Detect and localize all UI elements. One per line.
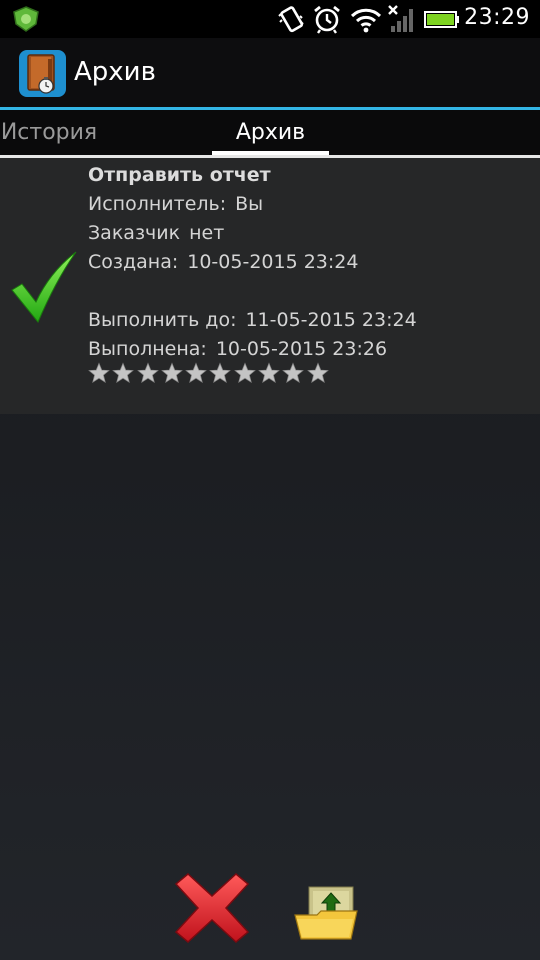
wifi-icon: [350, 8, 382, 33]
security-shield-icon: [13, 6, 39, 32]
customer-label: Заказчик: [88, 222, 181, 244]
customer-value: нет: [189, 222, 225, 244]
star-icon[interactable]: [88, 362, 110, 384]
status-bar: 23:29: [0, 0, 540, 38]
task-title: Отправить отчет: [88, 164, 271, 186]
tab-history[interactable]: История: [0, 110, 124, 155]
due-label: Выполнить до:: [88, 309, 237, 331]
completed-label: Выполнена:: [88, 338, 207, 360]
completed-value: 10-05-2015 23:26: [215, 338, 388, 360]
delete-button[interactable]: [172, 870, 252, 946]
star-icon[interactable]: [136, 362, 159, 384]
star-icon[interactable]: [282, 362, 305, 384]
task-executor: Исполнитель: Вы: [88, 193, 263, 215]
star-icon[interactable]: [112, 362, 135, 384]
star-icon[interactable]: [161, 362, 183, 384]
no-signal-icon: [388, 5, 413, 32]
battery-icon: [424, 11, 459, 28]
rating-stars[interactable]: [88, 362, 331, 386]
task-created: Создана: 10-05-2015 23:24: [88, 251, 358, 273]
due-value: 11-05-2015 23:24: [245, 309, 417, 331]
checkmark-icon: [11, 251, 77, 323]
status-clock: 23:29: [464, 5, 530, 30]
star-icon[interactable]: [258, 362, 280, 384]
task-customer: Заказчик нет: [88, 222, 224, 244]
alarm-clock-icon: [314, 5, 340, 34]
star-icon[interactable]: [233, 362, 256, 384]
vibrate-icon: [278, 6, 304, 33]
task-due: Выполнить до: 11-05-2015 23:24: [88, 309, 417, 331]
executor-label: Исполнитель:: [88, 193, 227, 215]
action-bar: Архив: [0, 38, 540, 107]
page-title: Архив: [74, 57, 156, 87]
created-value: 10-05-2015 23:24: [187, 251, 359, 273]
archive-book-icon[interactable]: [18, 49, 67, 98]
folder-upload-icon[interactable]: [293, 885, 359, 941]
tab-bar: История Архив: [0, 110, 540, 155]
list-item[interactable]: Отправить отчет Исполнитель: Вы Заказчик н…: [0, 158, 540, 414]
tab-archive[interactable]: Архив: [212, 110, 329, 155]
task-completed: Выполнена: 10-05-2015 23:26: [88, 338, 387, 360]
star-icon[interactable]: [209, 362, 232, 384]
star-icon[interactable]: [306, 362, 329, 384]
star-icon[interactable]: [185, 362, 208, 384]
created-label: Создана:: [88, 251, 179, 273]
executor-value: Вы: [235, 193, 264, 215]
